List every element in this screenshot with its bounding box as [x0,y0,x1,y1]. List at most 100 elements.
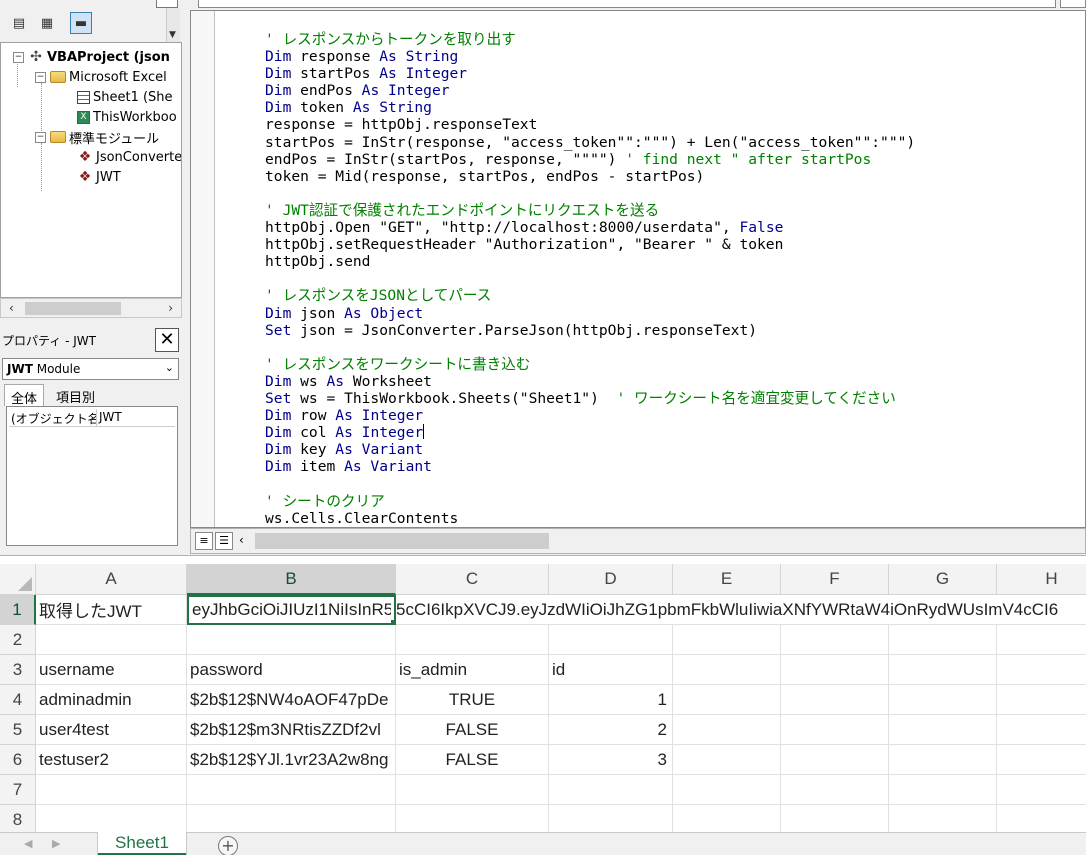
row-header-4[interactable]: 4 [0,685,36,715]
collapse-icon[interactable]: − [35,131,46,143]
cell-g5[interactable] [889,715,997,745]
cell-g2[interactable] [889,625,997,655]
cell-a5[interactable]: user4test [36,715,187,745]
scrollbar-thumb[interactable] [25,302,121,315]
tab-categorized[interactable]: 項目別 [50,384,101,406]
full-module-view-icon[interactable]: ☰ [215,532,233,550]
row-header-6[interactable]: 6 [0,745,36,775]
code-line[interactable]: Dim ws As Worksheet [265,373,915,390]
row-header-7[interactable]: 7 [0,775,36,805]
cell-e6[interactable] [673,745,781,775]
cell-h7[interactable] [997,775,1086,805]
column-header-c[interactable]: C [396,564,549,595]
row-header-2[interactable]: 2 [0,625,36,655]
procedure-view-icon[interactable]: ≡ [195,532,213,550]
cell-e2[interactable] [673,625,781,655]
cell-g4[interactable] [889,685,997,715]
code-line[interactable]: ws.Cells.ClearContents [265,510,915,527]
code-line[interactable]: startPos = InStr(response, "access_token… [265,134,915,151]
tree-item-sheet1[interactable]: Sheet1 (She [77,87,173,107]
code-line[interactable]: Dim key As Variant [265,441,915,458]
code-line[interactable] [265,270,915,287]
tree-item-jsonconverter[interactable]: ❖ JsonConverter [77,147,181,167]
select-all-button[interactable] [0,564,36,595]
code-line[interactable]: Dim json As Object [265,305,915,322]
cell-d2[interactable] [549,625,673,655]
cell-d5[interactable]: 2 [549,715,673,745]
cell-a1[interactable]: 取得したJWT [36,595,187,625]
cell-f4[interactable] [781,685,889,715]
cell-b2[interactable] [187,625,396,655]
cell-c4[interactable]: TRUE [396,685,549,715]
cell-h4[interactable] [997,685,1086,715]
view-code-icon[interactable]: ▤ [8,12,30,34]
code-line[interactable]: ' シートのクリア [265,493,915,510]
cell-h2[interactable] [997,625,1086,655]
tree-item-thisworkbook[interactable]: X ThisWorkboo [77,107,177,127]
cell-c6[interactable]: FALSE [396,745,549,775]
code-line[interactable] [265,339,915,356]
cell-c5[interactable]: FALSE [396,715,549,745]
cell-f5[interactable] [781,715,889,745]
cell-f2[interactable] [781,625,889,655]
cell-f3[interactable] [781,655,889,685]
cell-f8[interactable] [781,805,889,835]
code-line[interactable]: ' JWT認証で保護されたエンドポイントにリクエストを送る [265,202,915,219]
tree-item-modules[interactable]: − 標準モジュール [35,127,159,147]
cell-e3[interactable] [673,655,781,685]
code-line[interactable]: Dim col As Integer [265,424,915,441]
code-line[interactable]: ' レスポンスからトークンを取り出す [265,31,915,48]
cell-f7[interactable] [781,775,889,805]
tab-all[interactable]: 全体 [4,384,45,407]
collapse-icon[interactable]: − [35,71,46,83]
view-object-icon[interactable]: ▦ [36,12,58,34]
tab-sheet1[interactable]: Sheet1 [98,832,186,855]
cell-b4[interactable]: $2b$12$NW4oAOF47pDe [187,685,396,715]
code-line[interactable]: httpObj.setRequestHeader "Authorization"… [265,236,915,253]
chevron-down-icon[interactable]: ⌄ [165,361,174,374]
code-line[interactable]: Set ws = ThisWorkbook.Sheets("Sheet1") '… [265,390,915,407]
column-header-d[interactable]: D [549,564,673,595]
cell-a2[interactable] [36,625,187,655]
code-line[interactable]: httpObj.send [265,253,915,270]
cell-d3[interactable]: id [549,655,673,685]
procedure-combo[interactable] [198,0,1056,8]
code-editor[interactable]: ' レスポンスからトークンを取り出す Dim response As String… [190,10,1086,528]
cell-d4[interactable]: 1 [549,685,673,715]
toggle-folders-icon[interactable]: ▬ [70,12,92,34]
cell-a6[interactable]: testuser2 [36,745,187,775]
code-line[interactable]: endPos = InStr(startPos, response, """")… [265,151,915,168]
chevron-left-icon[interactable]: ◀ [24,837,32,850]
code-line[interactable]: Dim row As Integer [265,407,915,424]
code-line[interactable]: Dim startPos As Integer [265,65,915,82]
chevron-left-icon[interactable]: ‹ [9,301,14,315]
column-header-g[interactable]: G [889,564,997,595]
cell-b1[interactable]: eyJhbGciOiJIUzI1NiIsInR5cCI6IkpXVCJ9.eyJ… [187,595,396,625]
code-text[interactable]: ' レスポンスからトークンを取り出す Dim response As String… [265,31,915,527]
code-line[interactable]: Dim token As String [265,99,915,116]
column-header-b[interactable]: B [187,564,396,595]
column-header-a[interactable]: A [36,564,187,595]
cell-d8[interactable] [549,805,673,835]
row-header-3[interactable]: 3 [0,655,36,685]
cell-c2[interactable] [396,625,549,655]
cell-c8[interactable] [396,805,549,835]
code-line[interactable]: Set json = JsonConverter.ParseJson(httpO… [265,322,915,339]
cell-a7[interactable] [36,775,187,805]
tree-item-excel-objects[interactable]: − Microsoft Excel [35,67,167,87]
cell-h6[interactable] [997,745,1086,775]
cell-e5[interactable] [673,715,781,745]
cell-g6[interactable] [889,745,997,775]
row-header-1[interactable]: 1 [0,595,36,625]
code-line[interactable]: response = httpObj.responseText [265,116,915,133]
column-header-e[interactable]: E [673,564,781,595]
cell-g8[interactable] [889,805,997,835]
property-row-name[interactable]: (オブジェクト名 JWT [9,409,175,427]
property-value[interactable]: JWT [97,409,124,426]
code-line[interactable]: Dim item As Variant [265,458,915,475]
object-combo[interactable] [1060,0,1086,8]
cell-h3[interactable] [997,655,1086,685]
cell-b6[interactable]: $2b$12$YJl.1vr23A2w8ng [187,745,396,775]
cell-a8[interactable] [36,805,187,835]
code-line[interactable] [265,185,915,202]
